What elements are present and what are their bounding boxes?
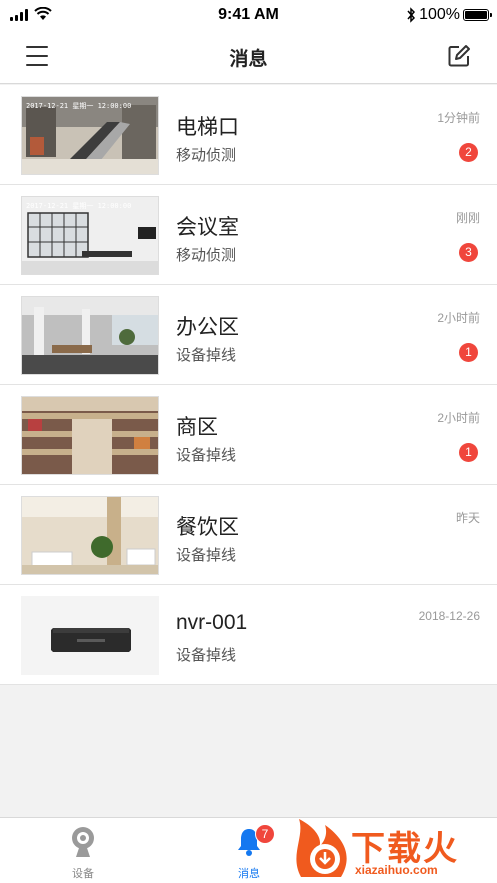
- office-area-image: [21, 296, 159, 375]
- message-name: 餐饮区: [176, 516, 239, 539]
- camera-icon: [72, 827, 94, 857]
- message-row[interactable]: 办公区 设备掉线 2小时前 1: [0, 285, 497, 385]
- page-title: 消息: [229, 49, 268, 70]
- message-row[interactable]: 2017-12-21 星期一 12:00:00 会议室 移动侦测 刚刚 3: [0, 185, 497, 285]
- meeting-room-image: 2017-12-21 星期一 12:00:00: [21, 196, 159, 275]
- thumb-timestamp: 2017-12-21 星期一 12:00:00: [26, 102, 132, 110]
- message-event: 设备掉线: [176, 647, 237, 664]
- bluetooth-icon: [407, 7, 416, 23]
- message-event: 移动侦测: [176, 247, 237, 264]
- message-time: 2小时前: [437, 411, 480, 425]
- message-name: 电梯口: [176, 116, 239, 139]
- tab-label: 消息: [238, 868, 260, 880]
- message-name: 商区: [176, 416, 218, 439]
- message-row[interactable]: 商区 设备掉线 2小时前 1: [0, 385, 497, 485]
- unread-badge: 2: [459, 143, 478, 162]
- tab-badge: 7: [255, 824, 275, 844]
- unread-badge: 1: [459, 443, 478, 462]
- dining-area-image: [21, 496, 159, 575]
- message-row[interactable]: nvr-001 设备掉线 2018-12-26: [0, 585, 497, 685]
- battery-icon: [463, 9, 492, 21]
- message-time: 2018-12-26: [418, 609, 480, 623]
- edit-icon[interactable]: [447, 44, 471, 68]
- unread-badge: 3: [459, 243, 478, 262]
- status-bar: 9:41 AM 100%: [0, 0, 497, 32]
- message-event: 移动侦测: [176, 147, 237, 164]
- nvr-device-image: [21, 596, 159, 675]
- watermark-logo: 下载火 xiazaihuo.com: [293, 817, 497, 883]
- shopping-area-image: [21, 396, 159, 475]
- tab-label: 设备: [72, 868, 94, 880]
- message-event: 设备掉线: [176, 447, 237, 464]
- message-list: 2017-12-21 星期一 12:00:00 电梯口 移动侦测 1分钟前 2 …: [0, 85, 497, 685]
- message-name: nvr-001: [176, 611, 248, 634]
- battery-percent: 100%: [419, 6, 460, 23]
- tab-device[interactable]: 设备: [53, 826, 113, 880]
- message-event: 设备掉线: [176, 347, 237, 364]
- message-name: 会议室: [176, 216, 239, 239]
- message-time: 1分钟前: [437, 111, 480, 125]
- message-time: 刚刚: [455, 211, 480, 225]
- message-time: 昨天: [455, 511, 480, 525]
- battery-fill: [465, 11, 487, 19]
- message-event: 设备掉线: [176, 547, 237, 564]
- watermark-url: xiazaihuo.com: [355, 863, 438, 877]
- thumb-timestamp: 2017-12-21 星期一 12:00:00: [26, 202, 132, 210]
- message-row[interactable]: 2017-12-21 星期一 12:00:00 电梯口 移动侦测 1分钟前 2: [0, 85, 497, 185]
- unread-badge: 1: [459, 343, 478, 362]
- tab-messages[interactable]: 7 消息: [219, 824, 279, 880]
- message-time: 2小时前: [437, 311, 480, 325]
- message-row[interactable]: 餐饮区 设备掉线 昨天: [0, 485, 497, 585]
- nav-bar: 消息: [0, 32, 497, 84]
- flame-download-icon: [296, 819, 347, 877]
- message-name: 办公区: [176, 316, 239, 339]
- escalator-mall-image: 2017-12-21 星期一 12:00:00: [21, 96, 159, 175]
